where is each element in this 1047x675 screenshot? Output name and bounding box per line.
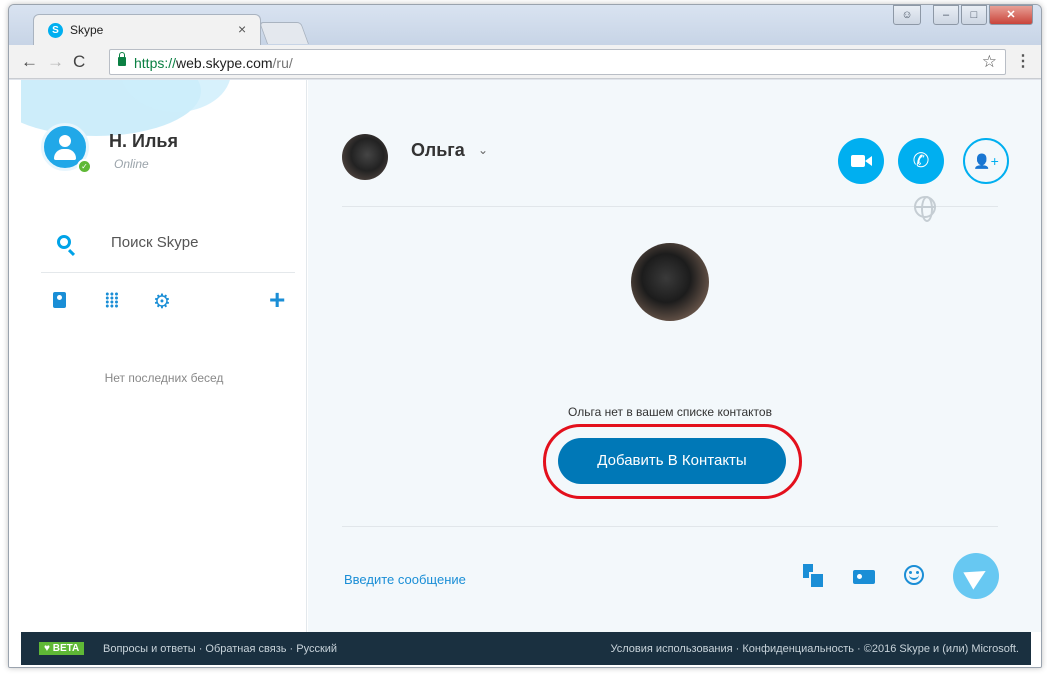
no-recent-conversations: Нет последних бесед (104, 371, 224, 385)
contact-profile-picture (631, 243, 709, 321)
header-divider (342, 206, 998, 207)
phone-icon: ✆ (912, 150, 930, 172)
chevron-down-icon[interactable]: ⌄ (478, 143, 488, 157)
back-arrow-icon[interactable]: ← (21, 52, 38, 72)
video-call-button[interactable] (838, 138, 884, 184)
new-tab-button[interactable] (258, 22, 310, 44)
footer-link-terms[interactable]: Условия использования (611, 643, 733, 655)
user-profile-icon[interactable]: ☺ (893, 5, 921, 25)
add-participant-button[interactable]: 👤+ (963, 138, 1009, 184)
close-window-button[interactable]: ✕ (989, 5, 1033, 25)
minimize-button[interactable]: – (933, 5, 959, 25)
dialpad-icon[interactable] (105, 292, 119, 308)
not-in-contacts-notice: Ольга нет в вашем списке контактов (568, 405, 772, 419)
search-icon (57, 235, 71, 249)
lock-icon (118, 52, 126, 66)
skype-web-page: ✓ Н. Илья Online Поиск Skype ⚙ + Нет пос… (9, 80, 1041, 667)
add-person-icon: 👤+ (973, 153, 999, 169)
sidebar-tools: ⚙ + (41, 284, 295, 315)
browser-menu-icon[interactable]: ⋮ (1015, 51, 1031, 71)
contacts-book-icon[interactable] (53, 292, 66, 308)
user-status[interactable]: Online (114, 157, 149, 171)
avatar-body (54, 149, 76, 160)
contact-avatar[interactable] (342, 134, 388, 180)
globe-icon[interactable] (914, 196, 936, 222)
search-skype[interactable]: Поиск Skype (41, 230, 295, 273)
footer-link-feedback[interactable]: Обратная связь (205, 643, 286, 655)
footer: ♥ BETA Вопросы и ответы · Обратная связь… (21, 632, 1031, 665)
gear-icon[interactable]: ⚙ (153, 289, 171, 314)
search-label: Поиск Skype (111, 234, 199, 251)
composer-divider (342, 526, 998, 527)
plus-icon[interactable]: + (269, 284, 285, 316)
window-controls: ☺ – □ ✕ (891, 5, 1033, 27)
skype-favicon-icon: S (48, 23, 63, 38)
beta-badge: ♥ BETA (39, 642, 85, 655)
forward-arrow-icon[interactable]: → (47, 52, 64, 72)
tab-strip: S Skype × ☺ – □ ✕ (9, 5, 1041, 45)
send-file-icon[interactable] (803, 564, 825, 589)
browser-toolbar: ← → C https://web.skype.com/ru/ ☆ ⋮ (9, 45, 1041, 79)
conversation-pane: Ольга ⌄ ✆ 👤+ Ольга нет в вашем списке ко… (308, 80, 1041, 632)
footer-link-copyright[interactable]: ©2016 Skype и (или) Microsoft. (864, 643, 1019, 655)
send-contact-card-icon[interactable] (853, 570, 875, 584)
avatar-head (59, 135, 71, 147)
footer-links-right: Условия использования · Конфиденциальнос… (610, 643, 1019, 655)
add-to-contacts-button[interactable]: Добавить В Контакты (558, 438, 786, 484)
reload-icon[interactable]: C (73, 52, 85, 72)
audio-call-button[interactable]: ✆ (898, 138, 944, 184)
tab-close-icon[interactable]: × (238, 21, 246, 37)
sidebar: ✓ Н. Илья Online Поиск Skype ⚙ + Нет пос… (21, 80, 307, 632)
send-button[interactable] (953, 553, 999, 599)
footer-link-faq[interactable]: Вопросы и ответы (103, 643, 196, 655)
online-presence-icon: ✓ (77, 159, 92, 174)
tab-title: Skype (70, 23, 104, 37)
maximize-button[interactable]: □ (961, 5, 987, 25)
bookmark-star-icon[interactable]: ☆ (982, 52, 997, 72)
message-input[interactable]: Введите сообщение (344, 572, 466, 587)
video-camera-icon (851, 155, 865, 167)
footer-links-left: Вопросы и ответы · Обратная связь · Русс… (103, 643, 338, 655)
browser-window: S Skype × ☺ – □ ✕ ← → C https://web.skyp… (8, 4, 1042, 668)
contact-name[interactable]: Ольга (411, 140, 465, 161)
footer-link-privacy[interactable]: Конфиденциальность (742, 643, 854, 655)
user-name[interactable]: Н. Илья (109, 131, 178, 152)
address-bar[interactable]: https://web.skype.com/ru/ ☆ (109, 49, 1006, 75)
emoji-icon[interactable] (904, 565, 924, 585)
tab-skype[interactable]: S Skype × (33, 14, 261, 45)
url-text: https://web.skype.com/ru/ (134, 55, 293, 71)
footer-link-language[interactable]: Русский (296, 643, 337, 655)
